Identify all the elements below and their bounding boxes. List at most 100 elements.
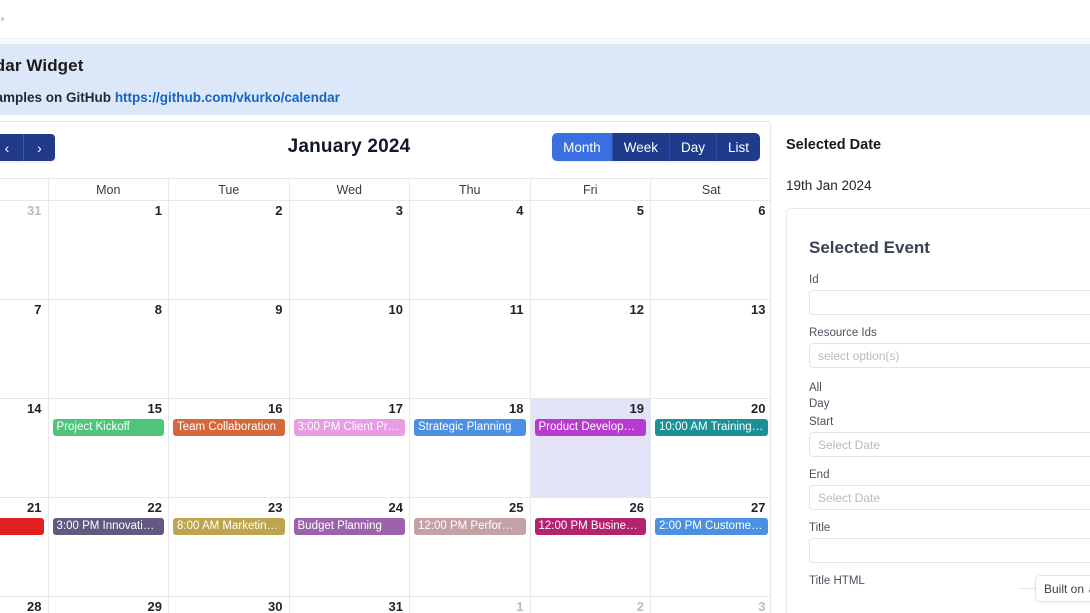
day-cell-6[interactable]: 6 [651,201,770,299]
day-cell-13[interactable]: 13 [651,300,770,398]
day-cell-1[interactable]: 1 [410,597,531,613]
day-cell-31[interactable]: 31 [0,201,49,299]
day-cell-4[interactable]: 4 [410,201,531,299]
selected-event-title: Selected Event [809,238,930,257]
day-number: 25 [509,500,524,515]
view-button-week[interactable]: Week [611,133,669,161]
day-cell-5[interactable]: 5 [530,201,651,299]
view-button-month[interactable]: Month [552,133,612,161]
day-cell-10[interactable]: 10 [289,300,410,398]
calendar-event[interactable]: Team Collaboration [173,419,285,436]
banner-title: Calendar Widget [0,56,84,75]
day-cell-2[interactable]: 2 [169,201,290,299]
built-on-badge[interactable]: Built on ap [1035,575,1090,602]
view-switcher: Month Week Day List [552,133,760,161]
day-number: 31 [388,599,403,613]
day-cell-18[interactable]: 18 Strategic Planning [410,399,531,497]
day-cell-16[interactable]: 16 Team Collaboration [169,399,290,497]
day-number: 17 [388,401,403,416]
day-header-fri: Fri [531,179,651,200]
day-number: 5 [636,203,644,218]
view-button-list[interactable]: List [715,133,760,161]
day-number: 6 [758,203,766,218]
tooltip-leader-line [1019,588,1036,589]
day-cell-29[interactable]: 29 [48,597,169,613]
field-label-all-day: All Day [809,382,830,410]
day-number: 21 [27,500,42,515]
day-cell-15[interactable]: 15 Project Kickoff [48,399,169,497]
day-cell-8[interactable]: 8 [48,300,169,398]
calendar-event[interactable]: 2:00 PM Customer… [655,518,768,535]
day-number: 31 [27,203,42,218]
calendar-event[interactable]: 12:00 PM Perform… [414,518,526,535]
day-cell-20[interactable]: 20 10:00 AM Training … [651,399,770,497]
field-label-title: Title [809,522,831,534]
day-cell-11[interactable]: 11 [410,300,531,398]
day-cell-2[interactable]: 2 [530,597,651,613]
day-cell-25[interactable]: 25 12:00 PM Perform… [410,498,531,596]
day-cell-14[interactable]: 14 [0,399,49,497]
day-cell-28[interactable]: 28 [0,597,49,613]
day-cell-17[interactable]: 17 3:00 PM Client Pre… [289,399,410,497]
day-number: 18 [509,401,524,416]
day-number: 2 [275,203,283,218]
day-number: 11 [509,302,524,317]
github-link[interactable]: https://github.com/vkurko/calendar [115,90,340,105]
calendar-event[interactable]: Product Developm… [534,419,646,436]
day-number: 27 [751,500,766,515]
calendar-event[interactable]: 12:00 PM Busines… [534,518,646,535]
calendar-event[interactable]: 3:00 PM Client Pre… [293,419,405,436]
day-cell-24[interactable]: 24 Budget Planning [289,498,410,596]
day-number: 10 [388,302,403,317]
calendar-grid: Mon Tue Wed Thu Fri Sat 31 1 2 3 4 5 6 7 8 9 10 11 12 13 14… [0,178,770,613]
info-banner: Calendar Widget Docs and examples on Git… [0,44,1090,115]
field-input-start[interactable]: Select Date [809,432,1090,457]
field-input-resource-ids[interactable]: select option(s) [809,343,1090,368]
day-cell-31[interactable]: 31 [289,597,410,613]
field-label-end: End [809,469,830,481]
day-header-thu: Thu [410,179,531,200]
day-cell-27[interactable]: 27 2:00 PM Customer… [651,498,770,596]
day-number: 3 [395,203,403,218]
field-input-id[interactable] [809,290,1090,315]
day-cell-3[interactable]: 3 [651,597,770,613]
day-cell-21[interactable]: 21 …rterly… [0,498,49,596]
day-number: 29 [147,599,162,613]
day-cell-1[interactable]: 1 [48,201,169,299]
day-cell-23[interactable]: 23 8:00 AM Marketin… [169,498,290,596]
calendar-event[interactable]: 8:00 AM Marketin… [173,518,285,535]
day-cell-30[interactable]: 30 [169,597,290,613]
calendar-event[interactable]: Strategic Planning [414,419,526,436]
top-left-marker-icon [1,17,4,21]
calendar-event[interactable]: Project Kickoff [52,419,164,436]
day-cell-7[interactable]: 7 [0,300,49,398]
field-input-end[interactable]: Select Date [809,485,1090,510]
calendar-week-row: 31 1 2 3 4 5 6 [0,201,770,300]
built-on-prefix: Built on [1044,581,1085,596]
day-number: 9 [275,302,283,317]
day-cell-22[interactable]: 22 3:00 PM Innovatio… [48,498,169,596]
calendar-event[interactable]: 3:00 PM Innovatio… [52,518,164,535]
day-cell-9[interactable]: 9 [169,300,290,398]
day-cell-26[interactable]: 26 12:00 PM Busines… [530,498,651,596]
day-number: 12 [629,302,644,317]
day-cell-12[interactable]: 12 [530,300,651,398]
day-header-wed: Wed [290,179,410,200]
day-number: 15 [147,401,162,416]
field-input-title[interactable] [809,538,1090,563]
day-number: 13 [751,302,766,317]
calendar-week-row: 28 29 30 31 1 2 3 [0,597,770,613]
day-of-week-header-row: Mon Tue Wed Thu Fri Sat [0,179,770,201]
selected-event-card: Selected Event Id Resource Ids select opti… [786,208,1090,613]
calendar-event[interactable]: Budget Planning [293,518,405,535]
day-cell-3[interactable]: 3 [289,201,410,299]
day-number: 1 [154,203,162,218]
calendar-card: ‹ › January 2024 Month Week Day List Mon Tue… [0,121,771,613]
day-cell-19[interactable]: 19 Product Developm… [530,399,651,497]
calendar-event[interactable]: 10:00 AM Training … [655,419,768,436]
day-number: 19 [629,401,644,416]
calendar-week-row: 7 8 9 10 11 12 13 [0,300,770,399]
calendar-event[interactable]: …rterly… [0,518,44,535]
view-button-day[interactable]: Day [668,133,716,161]
day-number: 22 [147,500,162,515]
